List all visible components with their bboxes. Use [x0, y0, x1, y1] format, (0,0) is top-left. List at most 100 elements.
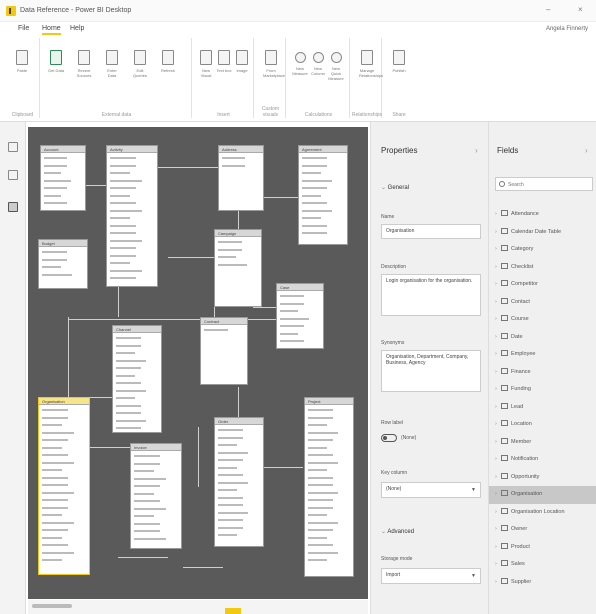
model-table[interactable]: Invoice — [130, 443, 182, 549]
field-table-item[interactable]: › Lead — [489, 399, 596, 417]
model-table[interactable]: Campaign — [214, 229, 262, 307]
relationship-line[interactable] — [168, 257, 218, 258]
marketplace-button[interactable]: From Marketplace — [263, 50, 285, 78]
chevron-right-icon: › — [495, 298, 497, 305]
model-table[interactable]: Account — [40, 145, 86, 211]
field-table-label: Employee — [511, 351, 536, 357]
table-icon — [501, 455, 508, 461]
model-table[interactable]: Agreement — [298, 145, 348, 245]
name-field[interactable]: Organisation — [381, 224, 481, 239]
field-table-item[interactable]: › Member — [489, 434, 596, 452]
table-icon — [501, 350, 508, 356]
fields-collapse-icon[interactable]: › — [585, 146, 588, 155]
chevron-right-icon: › — [495, 578, 497, 585]
model-table[interactable]: Channel — [112, 325, 162, 433]
field-table-item[interactable]: › Sales — [489, 556, 596, 574]
model-view-icon[interactable] — [8, 202, 18, 212]
relationship-line[interactable] — [263, 467, 303, 468]
model-table[interactable]: Address — [218, 145, 264, 211]
publish-button[interactable]: Publish — [391, 50, 407, 73]
relationship-line[interactable] — [198, 427, 199, 487]
new-measure-button[interactable]: New Measure — [292, 50, 308, 76]
relationship-line[interactable] — [258, 197, 298, 198]
relationship-line[interactable] — [158, 167, 218, 168]
field-table-item[interactable]: › Checklist — [489, 259, 596, 277]
menu-home[interactable]: Home — [42, 25, 61, 35]
new-visual-button[interactable]: New Visual — [198, 50, 214, 78]
field-table-item[interactable]: › Contact — [489, 294, 596, 312]
storage-mode-dropdown[interactable]: Import ▼ — [381, 568, 481, 584]
minimize-button[interactable]: – — [546, 5, 550, 14]
quick-measure-button[interactable]: New Quick Measure — [328, 50, 344, 81]
field-table-item[interactable]: › Product — [489, 539, 596, 557]
model-table[interactable]: Activity — [106, 145, 158, 287]
description-field[interactable]: Login organisation for the organisation. — [381, 274, 481, 316]
model-table[interactable]: Project — [304, 397, 354, 577]
field-table-item[interactable]: › Organisation Location — [489, 504, 596, 522]
table-icon — [501, 280, 508, 286]
relationship-line[interactable] — [183, 567, 223, 568]
model-table[interactable]: Order — [214, 417, 264, 547]
table-icon — [501, 210, 508, 216]
field-table-item[interactable]: › Finance — [489, 364, 596, 382]
field-table-item[interactable]: › Category — [489, 241, 596, 259]
field-table-item[interactable]: › Location — [489, 416, 596, 434]
properties-collapse-icon[interactable]: › — [475, 146, 478, 155]
table-icon — [501, 490, 508, 496]
field-table-item[interactable]: › Employee — [489, 346, 596, 364]
relationship-line[interactable] — [118, 557, 168, 558]
field-table-item[interactable]: › Owner — [489, 521, 596, 539]
field-table-item[interactable]: › Notification — [489, 451, 596, 469]
relationship-line[interactable] — [238, 387, 239, 417]
field-table-item[interactable]: › Calendar Date Table — [489, 224, 596, 242]
field-table-item[interactable]: › Competitor — [489, 276, 596, 294]
key-column-dropdown[interactable]: (None) ▼ — [381, 482, 481, 498]
field-table-item[interactable]: › Funding — [489, 381, 596, 399]
search-input[interactable] — [508, 180, 588, 189]
field-table-item[interactable]: › Attendance — [489, 206, 596, 224]
chevron-down-icon: ▼ — [471, 573, 476, 579]
menu-file[interactable]: File — [18, 25, 29, 32]
text-box-button[interactable]: Text box — [216, 50, 232, 73]
model-canvas[interactable]: Account Activity Address Agreement Budge… — [28, 127, 368, 599]
field-table-item[interactable]: › Date — [489, 329, 596, 347]
refresh-button[interactable]: Refresh — [160, 50, 176, 73]
synonyms-label: Synonyms — [381, 340, 405, 346]
search-icon — [499, 181, 505, 187]
field-table-item[interactable]: › Course — [489, 311, 596, 329]
chevron-right-icon: › — [495, 333, 497, 340]
field-table-item[interactable]: › Opportunity — [489, 469, 596, 487]
field-table-item[interactable]: › Supplier — [489, 574, 596, 592]
chevron-right-icon: › — [495, 403, 497, 410]
relationship-line[interactable] — [68, 317, 69, 397]
table-icon — [501, 227, 508, 234]
model-table[interactable]: Case — [276, 283, 324, 349]
key-column-label: Key column — [381, 470, 408, 476]
get-data-button[interactable]: Get Data — [48, 50, 64, 73]
model-table[interactable]: Budget — [38, 239, 88, 289]
edit-queries-button[interactable]: Edit Queries — [132, 50, 148, 78]
report-view-icon[interactable] — [8, 142, 18, 152]
menu-help[interactable]: Help — [70, 25, 84, 32]
horizontal-scrollbar[interactable] — [32, 604, 72, 608]
synonyms-field[interactable]: Organisation, Department, Company, Busin… — [381, 350, 481, 392]
advanced-section-header[interactable]: ⌄ Advanced — [381, 528, 414, 535]
new-column-button[interactable]: New Column — [310, 50, 326, 76]
paste-button[interactable]: Paste — [14, 50, 30, 73]
model-table-organisation[interactable]: Organisation — [38, 397, 90, 575]
page-tab[interactable] — [225, 608, 241, 614]
table-icon — [501, 542, 508, 549]
relationship-line[interactable] — [118, 287, 119, 317]
model-table[interactable]: Contract — [200, 317, 248, 385]
recent-sources-button[interactable]: Recent Sources — [76, 50, 92, 78]
row-label-toggle[interactable] — [381, 434, 397, 442]
general-section-header[interactable]: ⌄ General — [381, 184, 409, 191]
close-button[interactable]: × — [578, 5, 583, 14]
manage-relationships-button[interactable]: Manage Relationships — [359, 50, 383, 78]
enter-data-button[interactable]: Enter Data — [104, 50, 120, 78]
image-button[interactable]: Image — [234, 50, 250, 73]
visual-icon — [200, 50, 212, 65]
data-view-icon[interactable] — [8, 170, 18, 180]
field-table-item[interactable]: › Organisation — [489, 486, 596, 504]
fields-search[interactable] — [495, 177, 593, 191]
